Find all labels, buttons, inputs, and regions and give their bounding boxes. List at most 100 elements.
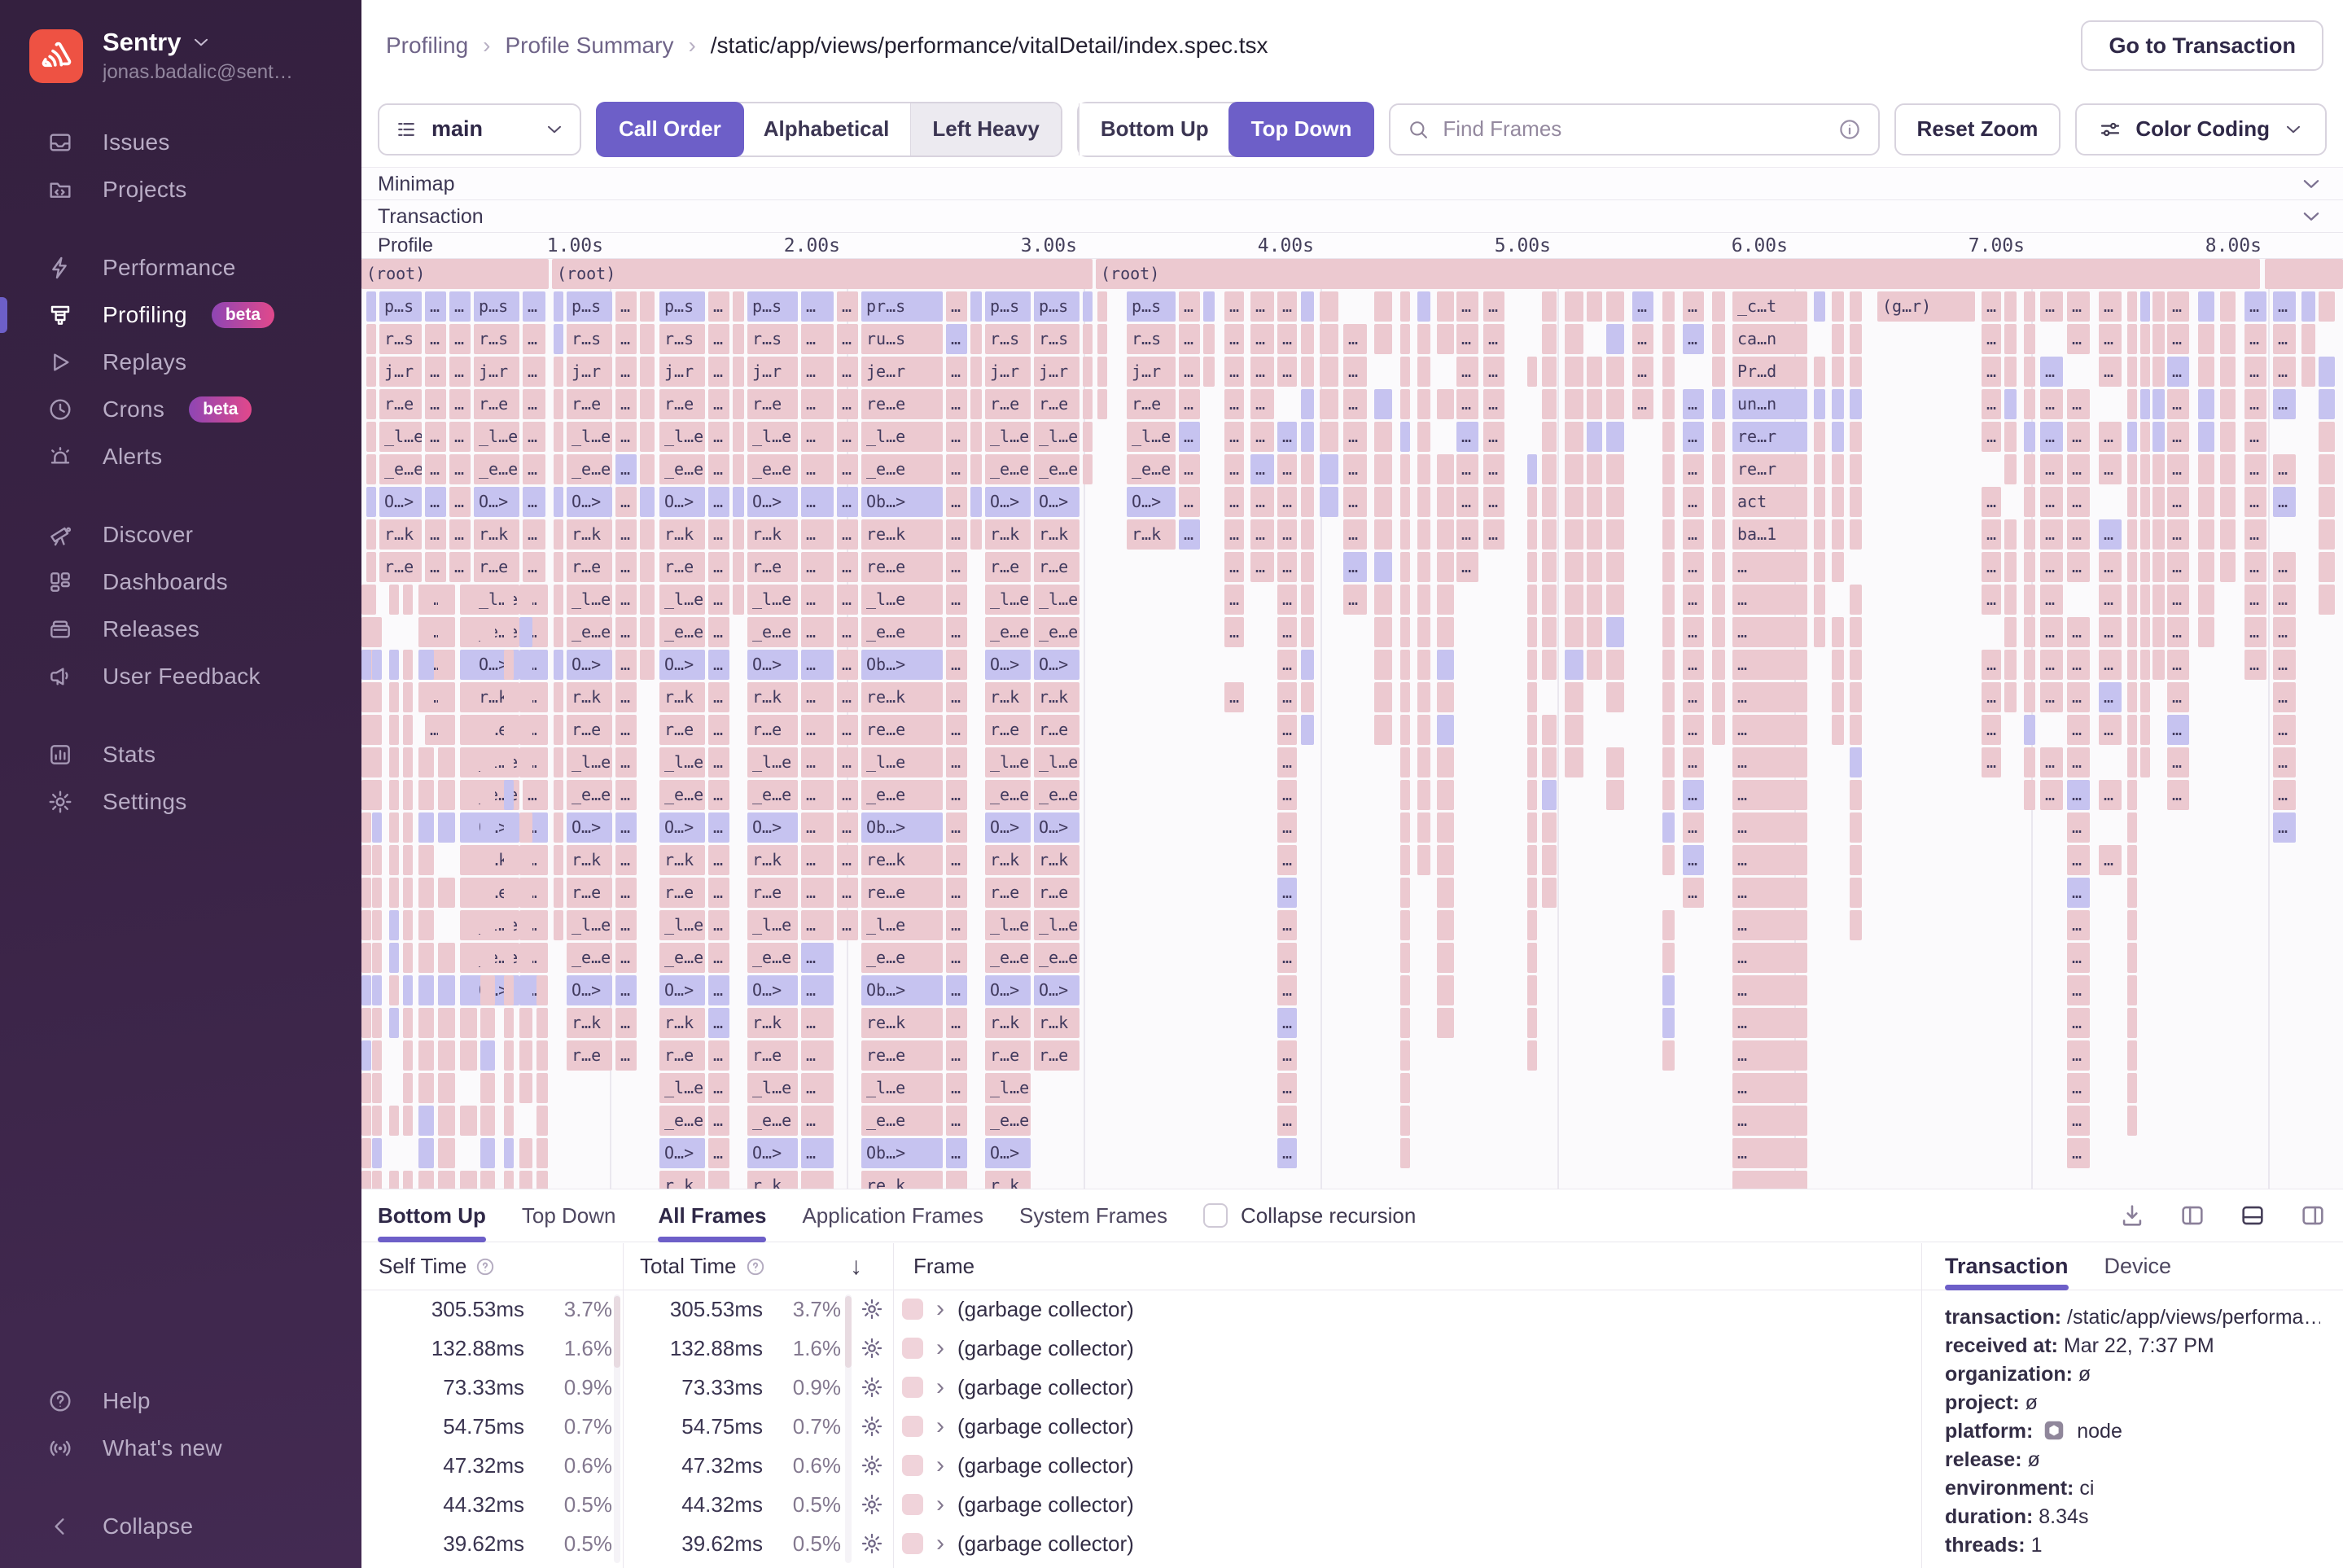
flame-cell[interactable] [418, 682, 434, 712]
flame-cell[interactable]: … [2167, 357, 2189, 387]
flame-cell[interactable]: … [523, 519, 545, 550]
flame-cell[interactable] [1301, 650, 1314, 680]
flame-cell[interactable] [2319, 389, 2335, 419]
flame-cell[interactable] [1814, 291, 1825, 322]
flame-cell[interactable]: _l…e [567, 585, 612, 615]
flame-cell[interactable] [1400, 845, 1410, 875]
flame-cell[interactable]: … [2067, 552, 2090, 582]
flame-cell[interactable] [536, 1138, 548, 1168]
flame-cell[interactable]: … [1456, 324, 1478, 354]
flame-cell[interactable] [1662, 389, 1675, 419]
sidebar-item[interactable]: User Feedback [0, 653, 361, 700]
flame-cell[interactable]: _l…e [567, 422, 612, 452]
flame-cell[interactable] [372, 650, 382, 680]
flame-cell[interactable]: r…k [659, 845, 705, 875]
flame-cell[interactable] [2024, 357, 2035, 387]
flame-cell[interactable]: … [708, 487, 729, 517]
flame-cell[interactable] [1203, 291, 1215, 322]
flame-cell[interactable]: _e…e [747, 454, 798, 484]
flame-cell[interactable]: r…e [1034, 552, 1080, 582]
flame-cell[interactable]: … [1483, 291, 1504, 322]
flame-cell[interactable] [1662, 357, 1675, 387]
flame-cell[interactable] [2152, 650, 2165, 680]
flame-cell[interactable] [403, 747, 413, 777]
flame-cell[interactable] [480, 617, 495, 647]
flame-cell[interactable]: … [1250, 454, 1274, 484]
flame-cell[interactable] [2198, 552, 2214, 582]
flame-cell[interactable] [504, 682, 514, 712]
flame-cell[interactable] [2301, 291, 2315, 322]
flame-cell[interactable]: … [2273, 357, 2296, 387]
flame-cell[interactable]: … [801, 422, 834, 452]
flame-cell[interactable] [2319, 585, 2335, 615]
flame-cell[interactable]: re…k [861, 519, 943, 550]
flame-cell[interactable] [372, 975, 382, 1005]
flame-cell[interactable]: O…> [747, 487, 798, 517]
flame-cell[interactable]: _c…t [1732, 291, 1807, 322]
flame-cell[interactable]: … [1982, 357, 2001, 387]
flame-cell[interactable] [1587, 487, 1602, 517]
flame-cell[interactable] [1320, 422, 1338, 452]
flame-cell[interactable]: … [1277, 682, 1297, 712]
flame-cell[interactable]: r…k [659, 519, 705, 550]
flame-cell[interactable]: r…s [379, 324, 422, 354]
flame-cell[interactable]: r…k [747, 1008, 798, 1038]
flame-cell[interactable]: … [837, 617, 858, 647]
flame-cell[interactable] [1832, 617, 1844, 647]
flame-cell[interactable] [403, 910, 413, 940]
flame-cell[interactable] [361, 617, 371, 647]
flame-cell[interactable] [2004, 389, 2017, 419]
flame-cell[interactable]: … [1632, 389, 1653, 419]
flame-cell[interactable]: … [2244, 519, 2266, 550]
flame-cell[interactable]: … [2040, 422, 2063, 452]
flame-cell[interactable] [504, 943, 514, 973]
flame-cell[interactable]: … [425, 487, 446, 517]
flame-cell[interactable] [1400, 780, 1410, 810]
flame-cell[interactable]: … [425, 454, 446, 484]
self-column-scrollbar[interactable] [614, 1294, 620, 1563]
flame-cell[interactable] [519, 585, 532, 615]
flame-cell[interactable] [1437, 1008, 1454, 1038]
flame-cell[interactable] [1814, 519, 1825, 550]
flame-cell[interactable] [438, 1008, 455, 1038]
flame-cell[interactable] [438, 975, 455, 1005]
flame-cell[interactable] [536, 1073, 548, 1103]
flame-cell[interactable]: ca…n [1732, 324, 1807, 354]
flame-cell[interactable] [1542, 454, 1557, 484]
flame-cell[interactable] [2220, 291, 2236, 322]
flame-cell[interactable]: … [1277, 1106, 1297, 1136]
expand-chevron-icon[interactable]: › [936, 1368, 944, 1407]
flame-cell[interactable] [1417, 357, 1430, 387]
flame-cell[interactable]: … [1982, 389, 2001, 419]
flame-cell[interactable]: … [1456, 357, 1478, 387]
flame-cell[interactable] [361, 943, 371, 973]
flame-cell[interactable] [1301, 357, 1314, 387]
flame-cell[interactable]: r…e [747, 552, 798, 582]
flame-cell[interactable]: O…> [985, 812, 1031, 843]
flame-cell[interactable]: … [1343, 389, 1367, 419]
flame-cell[interactable] [1606, 291, 1624, 322]
flame-cell[interactable] [460, 943, 477, 973]
flame-cell[interactable]: … [2167, 747, 2189, 777]
flame-cell[interactable] [438, 1138, 455, 1168]
flame-cell[interactable]: … [708, 975, 729, 1005]
flame-cell[interactable]: r…k [1034, 845, 1080, 875]
flame-cell[interactable] [403, 585, 413, 615]
flame-cell[interactable]: … [708, 845, 729, 875]
flame-cell[interactable] [519, 845, 532, 875]
flame-cell[interactable] [389, 975, 399, 1005]
flame-cell[interactable]: … [1250, 324, 1274, 354]
flame-cell[interactable]: ba…1 [1732, 519, 1807, 550]
flame-cell[interactable]: r…e [474, 389, 519, 419]
flame-cell[interactable] [1527, 878, 1537, 908]
flame-cell[interactable]: … [708, 519, 729, 550]
flame-cell[interactable] [2265, 259, 2343, 289]
flame-cell[interactable] [1587, 422, 1602, 452]
flame-cell[interactable] [372, 1008, 382, 1038]
flame-cell[interactable]: _e…e [659, 943, 705, 973]
flame-cell[interactable]: … [615, 585, 637, 615]
flame-cell[interactable] [1662, 519, 1675, 550]
flame-cell[interactable]: r…e [379, 552, 422, 582]
flame-cell[interactable] [361, 650, 371, 680]
flame-cell[interactable]: … [837, 324, 858, 354]
